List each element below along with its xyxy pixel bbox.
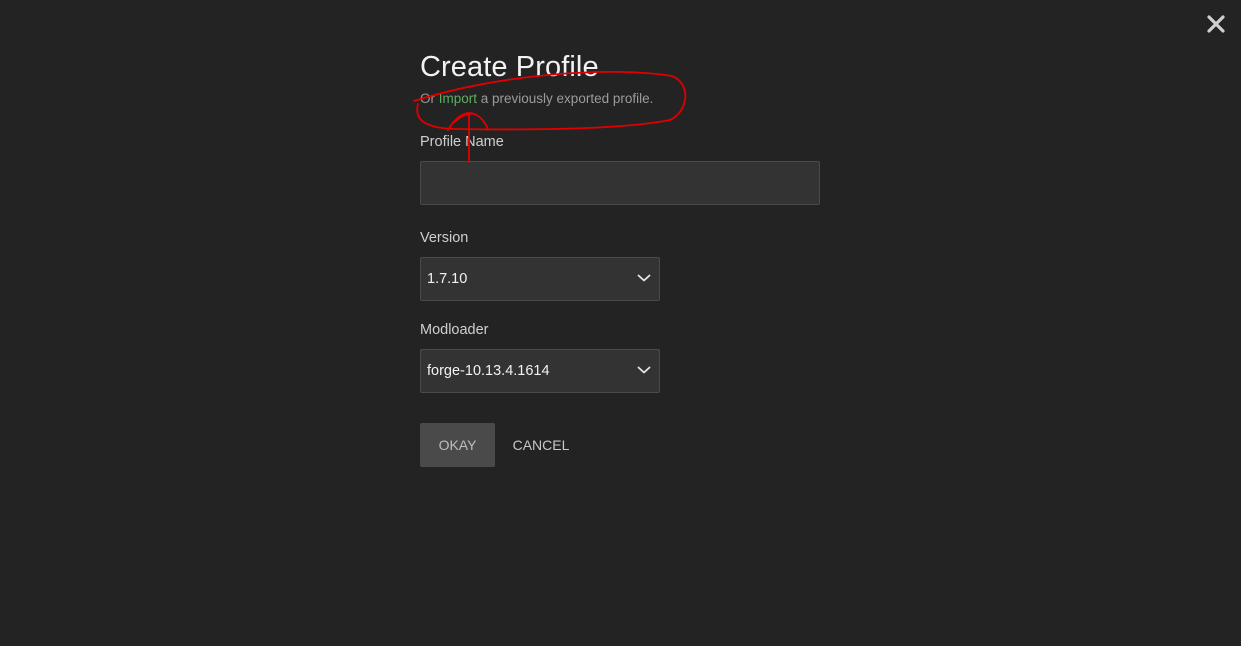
profile-name-input[interactable] [420,161,820,205]
version-select[interactable]: 1.7.10 [420,257,660,301]
chevron-down-icon [637,274,651,282]
profile-name-label: Profile Name [420,134,504,150]
version-selected-value: 1.7.10 [427,271,468,287]
okay-button[interactable]: OKAY [420,423,495,467]
modloader-selected-value: forge-10.13.4.1614 [427,363,550,379]
modloader-select[interactable]: forge-10.13.4.1614 [420,349,660,393]
close-icon [1207,15,1225,33]
import-hint-prefix: Or [420,91,439,106]
import-link[interactable]: Import [439,91,477,106]
chevron-down-icon [637,366,651,374]
create-profile-dialog: Create Profile Or Import a previously ex… [420,48,840,467]
import-hint-suffix: a previously exported profile. [477,91,654,106]
cancel-button[interactable]: CANCEL [503,423,579,467]
close-button[interactable] [1203,11,1229,37]
create-profile-page: Create Profile Or Import a previously ex… [0,0,1241,646]
page-title: Create Profile [420,51,599,83]
import-hint: Or Import a previously exported profile. [420,91,653,106]
version-label: Version [420,230,469,246]
modloader-label: Modloader [420,322,489,338]
